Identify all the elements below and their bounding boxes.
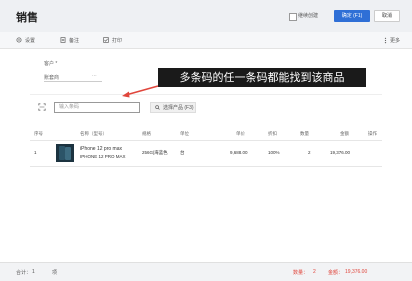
customer-label: 客户 * <box>44 61 58 67</box>
summary-footer: 合计： 1 项 数量： 2 金额： 19,376.00 <box>0 262 412 281</box>
qty-total-label: 数量： <box>293 270 309 276</box>
column-header-spec: 规格 <box>142 131 151 136</box>
column-header-price: 单价 <box>236 131 245 136</box>
scan-icon[interactable] <box>38 103 46 111</box>
arrow-icon <box>122 85 159 98</box>
amount-total-label: 金额： <box>328 270 344 276</box>
search-icon <box>155 105 160 110</box>
page-title: 销售 <box>16 12 38 24</box>
select-product-label: 选择产品 (F3) <box>163 105 194 111</box>
product-amount: 19,376.00 <box>330 150 351 155</box>
account-dropdown[interactable]: ⋯ <box>92 73 97 79</box>
product-qty: 2 <box>308 150 311 155</box>
gear-icon <box>16 37 22 43</box>
product-thumbnail <box>56 144 74 162</box>
note-icon <box>60 37 66 43</box>
toolbar: 设置 备注 打印 更多 <box>0 32 412 49</box>
settings-label: 设置 <box>25 37 36 44</box>
column-header-name: 名称（型号） <box>80 131 107 136</box>
select-product-button[interactable]: 选择产品 (F3) <box>150 102 196 113</box>
checkbox-checked-icon <box>103 37 109 43</box>
cancel-button[interactable]: 取消 <box>374 10 400 22</box>
column-header-index: 序号 <box>34 131 43 136</box>
product-name: iPhone 12 pro max <box>80 146 122 152</box>
top-bar: 销售 继续创建 确定 (F1) 取消 <box>0 0 412 32</box>
column-header-discount: 折扣 <box>268 131 277 136</box>
more-vertical-icon <box>384 37 387 43</box>
table-header-divider <box>30 140 382 141</box>
section-divider <box>30 94 382 95</box>
continue-create-checkbox[interactable] <box>289 13 297 21</box>
amount-total-value: 19,376.00 <box>345 269 368 275</box>
product-spec: 256G|海蓝色 <box>142 150 168 155</box>
total-label: 合计： <box>16 270 32 276</box>
total-unit: 项 <box>52 270 58 276</box>
total-count: 1 <box>32 269 35 275</box>
continue-create-label: 继续创建 <box>298 13 319 19</box>
more-tool[interactable]: 更多 <box>384 32 400 48</box>
annotation-callout: 多条码的任一条码都能找到该商品 <box>158 68 366 87</box>
product-price: 9,688.00 <box>230 150 248 155</box>
column-header-unit: 单位 <box>180 131 189 136</box>
account-field-line <box>44 81 102 82</box>
row-index: 1 <box>34 150 37 155</box>
column-header-action: 操作 <box>368 131 377 136</box>
product-model: IPHONE 12 PRO MAX <box>80 154 126 159</box>
settings-tool[interactable]: 设置 <box>16 32 35 48</box>
barcode-input[interactable]: 输入条码 <box>54 102 140 113</box>
qty-total-value: 2 <box>313 269 316 275</box>
column-header-amount: 金额 <box>340 131 349 136</box>
account-label: 账套商 <box>44 75 60 81</box>
more-label: 更多 <box>390 37 401 44</box>
remark-tool[interactable]: 备注 <box>60 32 79 48</box>
confirm-button[interactable]: 确定 (F1) <box>334 10 370 22</box>
remark-label: 备注 <box>69 37 80 44</box>
product-discount: 100% <box>268 150 280 155</box>
print-label: 打印 <box>112 37 123 44</box>
table-row-divider <box>30 166 382 167</box>
product-unit: 台 <box>180 150 185 155</box>
column-header-qty: 数量 <box>300 131 309 136</box>
print-tool[interactable]: 打印 <box>103 32 122 48</box>
